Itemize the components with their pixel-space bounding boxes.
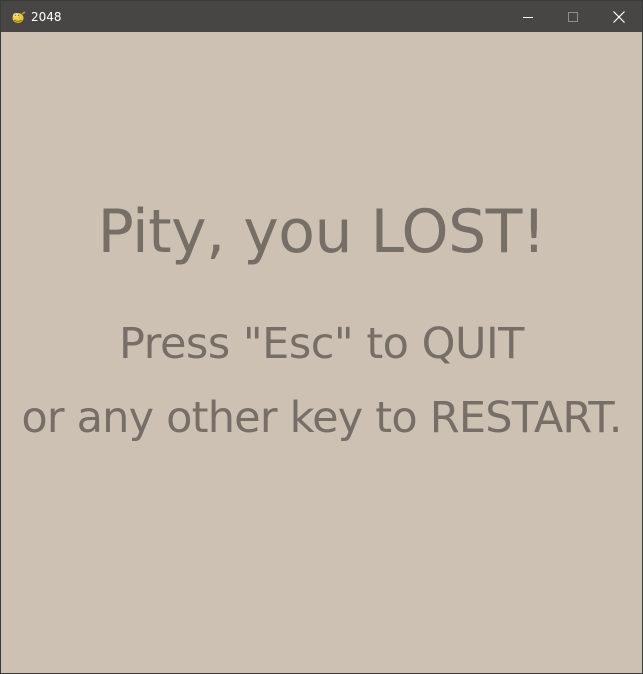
title-bar[interactable]: 2048 — [1, 1, 642, 32]
game-over-screen[interactable]: Pity, you LOST! Press "Esc" to QUIT or a… — [1, 32, 642, 673]
maximize-icon — [568, 11, 578, 22]
python-snake-icon — [10, 9, 26, 25]
restart-instruction: or any other key to RESTART. — [21, 393, 622, 443]
maximize-button[interactable] — [550, 1, 596, 32]
game-window: 2048 Pity, you LOST! Press "Esc" to QUIT… — [0, 0, 643, 674]
minimize-icon — [523, 16, 533, 18]
quit-instruction: Press "Esc" to QUIT — [119, 319, 524, 369]
window-title: 2048 — [31, 10, 62, 24]
minimize-button[interactable] — [505, 1, 551, 32]
game-over-title: Pity, you LOST! — [97, 197, 546, 267]
close-button[interactable] — [596, 1, 642, 32]
close-icon — [613, 10, 625, 23]
